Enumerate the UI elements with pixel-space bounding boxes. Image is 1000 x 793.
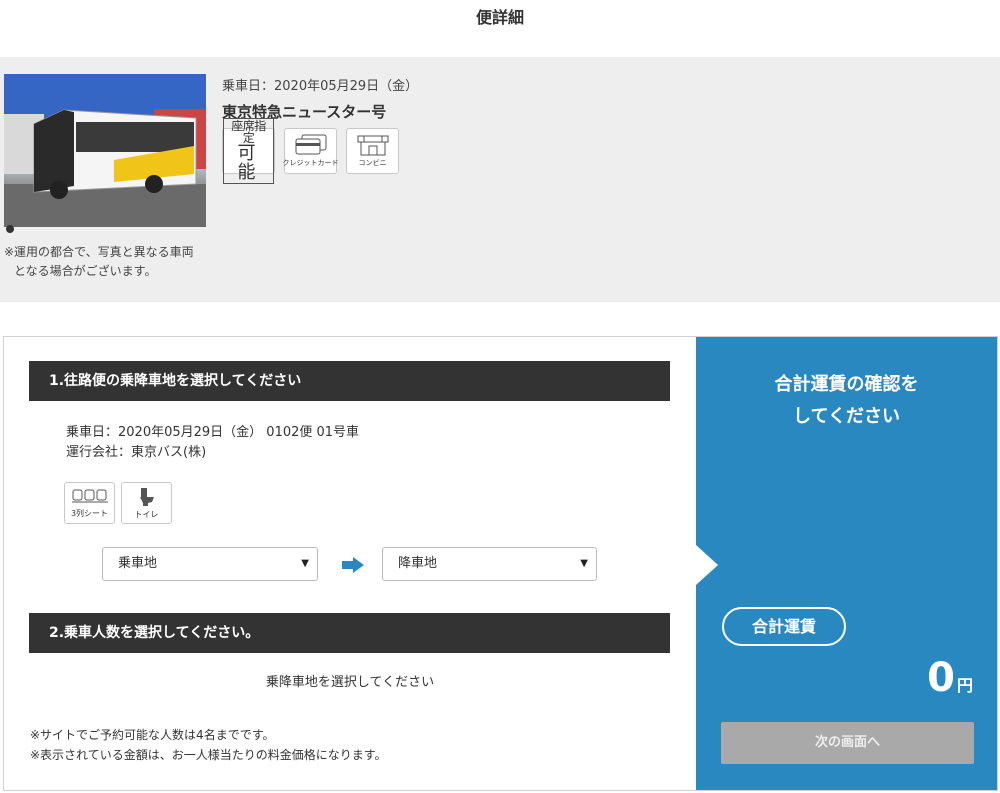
ride-date: 乗車日：2020年05月29日（金） (222, 79, 419, 94)
total-fare-amount: 0円 (927, 655, 973, 701)
boarding-select[interactable]: 乗車地 ▼ (102, 547, 318, 581)
carousel-dot[interactable] (6, 225, 14, 233)
booking-form: 1.往路便の乗降車地を選択してください 乗車日：2020年05月29日（金） 0… (4, 337, 696, 790)
arrow-right-icon (342, 557, 364, 573)
photo-note-line1: ※運用の都合で、写真と異なる車両 (4, 245, 194, 259)
chevron-down-icon: ▼ (580, 558, 588, 569)
note-price-per-person: ※表示されている金額は、お一人様当たりの料金価格になります。 (30, 748, 387, 762)
seat-reservation-label1: 座席指定 (231, 118, 266, 146)
fare-summary-title: 合計運賃の確認を してください (696, 369, 997, 433)
note-max-passengers: ※サイトでご予約可能な人数は4名までです。 (30, 728, 275, 742)
facility-icons: 3列シート トイレ (64, 482, 172, 524)
next-screen-button[interactable]: 次の画面へ (721, 722, 974, 764)
currency-label: 円 (956, 676, 973, 695)
credit-card-icon: クレジットカード (282, 128, 339, 174)
passenger-guide-text: 乗降車地を選択してください (265, 675, 435, 690)
chevron-down-icon: ▼ (301, 558, 309, 569)
fare-summary: 合計運賃の確認を してください 合計運賃 0円 次の画面へ (696, 337, 997, 790)
notes: ※サイトでご予約可能な人数は4名までです。 ※表示されている金額は、お一人様当た… (30, 725, 387, 765)
feature-icons: 座席指定 可 能 クレジットカード コンビニ (222, 117, 399, 185)
boarding-select-value: 乗車地 (118, 556, 158, 571)
convenience-store-label: コンビニ (358, 159, 387, 167)
three-row-seat-icon: 3列シート (64, 482, 115, 524)
fare-summary-title-line1: 合計運賃の確認を (774, 374, 919, 395)
toilet-label: トイレ (134, 509, 159, 519)
bus-photo-illustration (4, 74, 206, 227)
toilet-graphic (139, 487, 154, 506)
trip-info: 乗車日：2020年05月29日（金） 0102便 01号車 運行会社：東京バス(… (66, 423, 359, 463)
trip-ride-info: 乗車日：2020年05月29日（金） 0102便 01号車 (66, 425, 360, 440)
page-title: 便詳細 (475, 8, 524, 27)
section2-header: 2.乗車人数を選択してください。 (29, 613, 670, 653)
panel-notch (696, 545, 718, 585)
trip-operator: 運行会社：東京バス(株) (66, 445, 207, 460)
seat-reservation-label2: 可 能 (237, 142, 260, 183)
total-fare-label: 合計運賃 (722, 607, 846, 646)
store-graphic (357, 135, 388, 156)
toilet-icon: トイレ (121, 482, 172, 524)
booking-panel: 1.往路便の乗降車地を選択してください 乗車日：2020年05月29日（金） 0… (3, 336, 998, 791)
section1-header: 1.往路便の乗降車地を選択してください (29, 361, 670, 401)
convenience-store-icon: コンビニ (346, 128, 399, 174)
photo-note-line2: となる場合がございます。 (14, 264, 157, 278)
photo-note: ※運用の都合で、写真と異なる車両 となる場合がございます。 (4, 243, 219, 281)
credit-card-label: クレジットカード (282, 159, 339, 167)
total-fare-value: 0 (927, 655, 955, 701)
alighting-select[interactable]: 降車地 ▼ (382, 547, 597, 581)
fare-summary-title-line2: してください (793, 406, 900, 427)
bus-info-panel: ※運用の都合で、写真と異なる車両 となる場合がございます。 乗車日：2020年0… (0, 57, 1000, 302)
credit-card-graphic (295, 134, 326, 155)
seat-graphic (71, 489, 108, 502)
seat-reservation-icon: 座席指定 可 能 (222, 117, 275, 185)
three-row-seat-label: 3列シート (70, 508, 109, 518)
bus-photo (4, 74, 206, 227)
alighting-select-value: 降車地 (398, 556, 438, 571)
